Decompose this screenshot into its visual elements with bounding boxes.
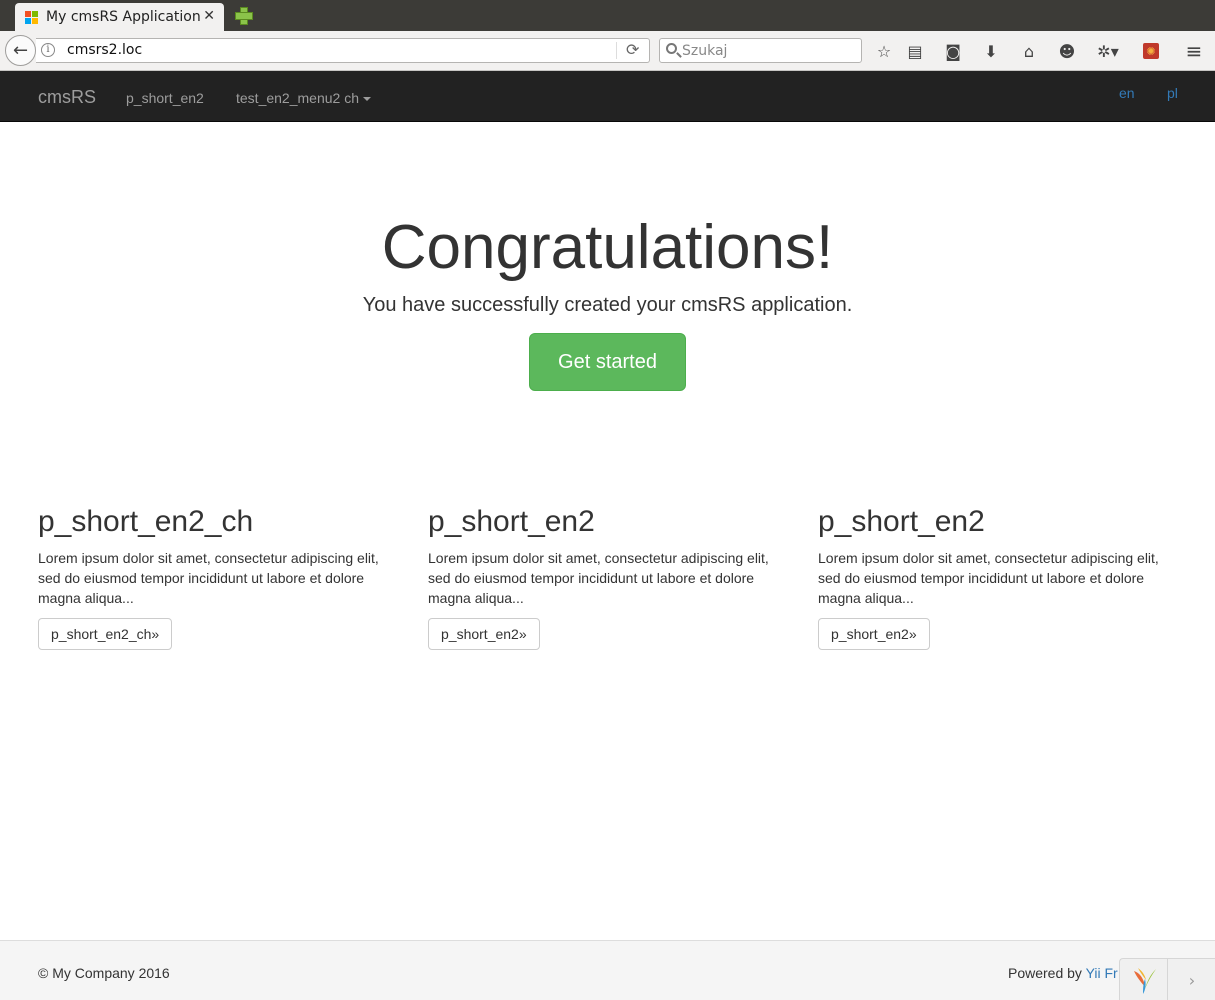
powered-by-text: Powered by Yii Fr [1008,965,1118,981]
url-text[interactable]: cmsrs2.loc [67,42,142,58]
powered-by-label: Powered by [1008,965,1082,981]
copyright-text: © My Company 2016 [38,965,170,981]
framework-link[interactable]: Yii Fr [1086,965,1118,981]
nav-dropdown-label: test_en2_menu2 ch [236,90,359,106]
column-text: Lorem ipsum dolor sit amet, consectetur … [818,550,1159,606]
column-read-more-button[interactable]: p_short_en2» [428,618,540,650]
new-tab-plus-icon[interactable] [234,6,253,25]
tab-title: My cmsRS Application [46,9,201,25]
reload-icon[interactable]: ⟳ [626,40,639,59]
nav-item-p-short-en2[interactable]: p_short_en2 [126,90,204,106]
browser-tab[interactable]: My cmsRS Application ✕ [15,3,224,31]
search-icon [666,43,677,54]
language-en-link[interactable]: en [1119,85,1135,101]
browser-toolbar: i cmsrs2.loc ⟳ ← ☆ ▤ ◙ ⬇ ⌂ ☻ ✲▾ ✺ ≡ [0,31,1215,71]
back-arrow-icon: ← [12,40,29,61]
site-footer: © My Company 2016 Powered by Yii Fr › [0,940,1215,1000]
ubuntu-icon[interactable]: ✺ [1143,43,1159,59]
info-icon[interactable]: i [41,43,55,57]
close-tab-icon[interactable]: ✕ [203,8,215,24]
column-read-more-button[interactable]: p_short_en2» [818,618,930,650]
content-column-1: p_short_en2_ch Lorem ipsum dolor sit ame… [38,505,398,650]
nav-item-dropdown[interactable]: test_en2_menu2 ch [236,90,371,106]
favicon-icon [25,10,38,24]
language-pl-link[interactable]: pl [1167,85,1178,101]
pocket-icon[interactable]: ◙ [941,39,965,63]
column-text: Lorem ipsum dolor sit amet, consectetur … [38,550,379,606]
column-heading: p_short_en2 [818,505,985,538]
content-column-3: p_short_en2 Lorem ipsum dolor sit amet, … [818,505,1178,650]
hamburger-menu-icon[interactable]: ≡ [1182,39,1206,63]
column-read-more-button[interactable]: p_short_en2_ch» [38,618,173,650]
smiley-icon[interactable]: ☻ [1055,39,1079,63]
clipboard-icon[interactable]: ▤ [903,39,927,63]
back-button[interactable]: ← [5,35,36,66]
content-column-2: p_short_en2 Lorem ipsum dolor sit amet, … [428,505,788,650]
column-heading: p_short_en2 [428,505,595,538]
column-heading: p_short_en2_ch [38,505,254,538]
star-icon[interactable]: ☆ [872,39,896,63]
home-icon[interactable]: ⌂ [1017,39,1041,63]
site-brand[interactable]: cmsRS [38,87,96,108]
debug-toggle-chevron-right-icon[interactable]: › [1167,959,1215,1000]
search-bar[interactable] [659,38,862,63]
site-navbar: cmsRS p_short_en2 test_en2_menu2 ch en p… [0,71,1215,122]
url-bar[interactable]: i cmsrs2.loc ⟳ [36,38,650,63]
debug-toolbar[interactable]: › [1119,958,1215,1000]
download-icon[interactable]: ⬇ [979,39,1003,63]
url-separator [616,42,617,59]
column-text: Lorem ipsum dolor sit amet, consectetur … [428,550,769,606]
get-started-button[interactable]: Get started [529,333,686,391]
lead-text: You have successfully created your cmsRS… [362,294,853,316]
page-title: Congratulations! [381,213,834,282]
browser-tab-bar: My cmsRS Application ✕ [0,0,1215,31]
caret-down-icon [362,97,371,102]
bug-icon[interactable]: ✲▾ [1091,39,1125,63]
yii-logo-icon[interactable] [1130,965,1160,995]
search-input[interactable] [682,41,852,60]
